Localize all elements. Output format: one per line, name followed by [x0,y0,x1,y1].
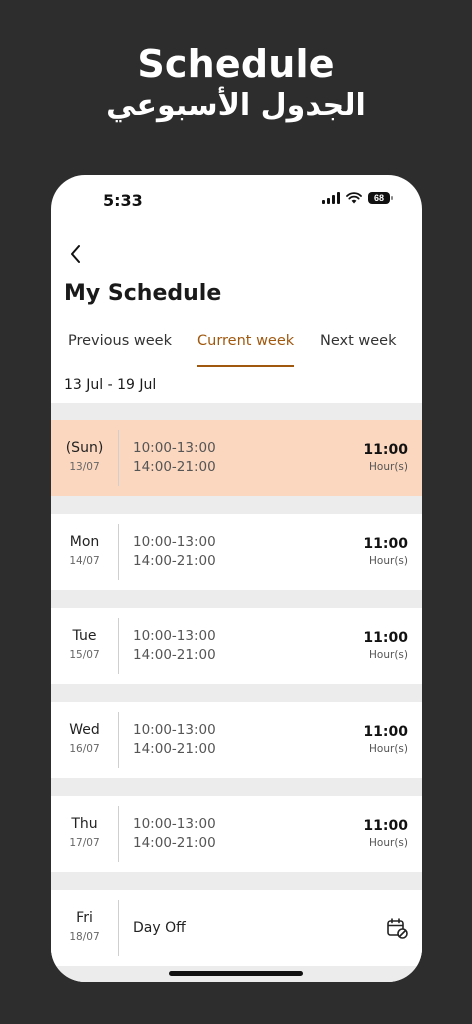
wifi-icon [346,192,362,204]
day-row-tuesday[interactable]: Tue 15/07 10:00-13:00 14:00-21:00 11:00 … [51,608,422,684]
hours-unit: Hour(s) [369,743,408,755]
back-button[interactable] [63,241,89,267]
day-date: 18/07 [69,931,100,943]
day-off-label: Day Off [133,920,186,936]
day-name: (Sun) [65,440,104,456]
total-hours: 11:00 [363,818,408,834]
hours-unit: Hour(s) [369,555,408,567]
shift-time: 14:00-21:00 [133,741,216,757]
phone-screen: 5:33 68 My Schedule Previous week Curren… [51,175,422,982]
shift-time: 10:00-13:00 [133,534,216,550]
shift-time: 14:00-21:00 [133,647,216,663]
hours-unit: Hour(s) [369,461,408,473]
battery-icon: 68 [368,192,393,204]
calendar-off-icon [387,918,408,939]
hero-title: Schedule [137,42,335,86]
day-date: 17/07 [69,837,100,849]
total-hours: 11:00 [363,536,408,552]
shift-time: 14:00-21:00 [133,459,216,475]
shift-time: 14:00-21:00 [133,835,216,851]
day-row-sunday[interactable]: (Sun) 13/07 10:00-13:00 14:00-21:00 11:0… [51,420,422,496]
page-title: My Schedule [64,281,222,306]
shift-time: 10:00-13:00 [133,628,216,644]
home-indicator [169,971,303,976]
status-bar: 5:33 68 [51,175,422,223]
divider [118,806,119,862]
day-name: Tue [72,628,97,644]
status-time: 5:33 [103,191,143,210]
week-tabs: Previous week Current week Next week [51,333,422,369]
date-range: 13 Jul - 19 Jul [64,377,157,393]
divider [118,430,119,486]
hero-subtitle: الجدول الأسبوعي [106,88,366,123]
day-row-friday[interactable]: Fri 18/07 Day Off [51,890,422,966]
day-row-thursday[interactable]: Thu 17/07 10:00-13:00 14:00-21:00 11:00 … [51,796,422,872]
cellular-signal-icon [322,192,340,204]
total-hours: 11:00 [363,630,408,646]
day-date: 13/07 [69,461,100,473]
shift-time: 10:00-13:00 [133,440,216,456]
hours-unit: Hour(s) [369,649,408,661]
tab-previous-week[interactable]: Previous week [68,333,172,367]
day-date: 15/07 [69,649,100,661]
divider [118,618,119,674]
day-date: 16/07 [69,743,100,755]
day-date: 14/07 [69,555,100,567]
shift-time: 10:00-13:00 [133,816,216,832]
tab-current-week[interactable]: Current week [197,333,295,367]
day-name: Fri [76,910,93,926]
shift-time: 14:00-21:00 [133,553,216,569]
total-hours: 11:00 [363,442,408,458]
divider [118,712,119,768]
schedule-list: (Sun) 13/07 10:00-13:00 14:00-21:00 11:0… [51,403,422,982]
status-icons: 68 [322,192,393,204]
day-name: Thu [71,816,98,832]
divider [118,900,119,956]
day-name: Wed [69,722,100,738]
hours-unit: Hour(s) [369,837,408,849]
day-name: Mon [69,534,100,550]
day-row-monday[interactable]: Mon 14/07 10:00-13:00 14:00-21:00 11:00 … [51,514,422,590]
chevron-left-icon [71,245,80,263]
divider [118,524,119,580]
total-hours: 11:00 [363,724,408,740]
shift-time: 10:00-13:00 [133,722,216,738]
tab-next-week[interactable]: Next week [320,333,397,367]
day-row-wednesday[interactable]: Wed 16/07 10:00-13:00 14:00-21:00 11:00 … [51,702,422,778]
